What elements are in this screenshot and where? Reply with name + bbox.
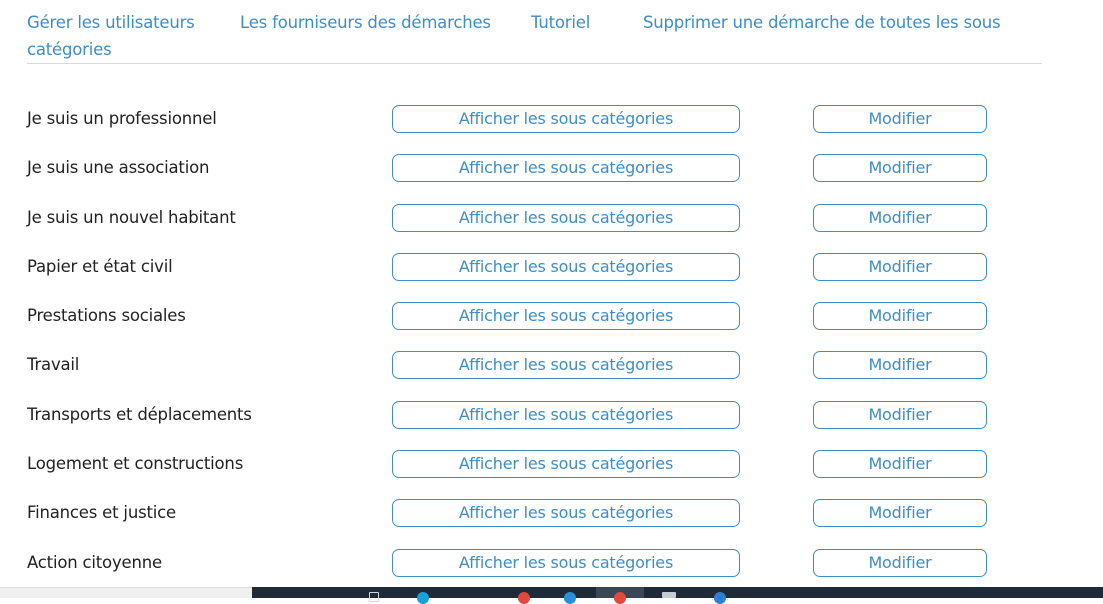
show-subcategories-button[interactable]: Afficher les sous catégories [392, 204, 740, 232]
show-subcategories-button[interactable]: Afficher les sous catégories [392, 549, 740, 577]
nav-link-delete-procedure-cont[interactable]: catégories [27, 36, 112, 63]
category-label: Prestations sociales [27, 306, 186, 325]
category-row: Finances et justice Afficher les sous ca… [0, 499, 1103, 529]
category-row: Travail Afficher les sous catégories Mod… [0, 351, 1103, 381]
category-row: Papier et état civil Afficher les sous c… [0, 253, 1103, 283]
category-label: Transports et déplacements [27, 405, 252, 424]
category-label: Papier et état civil [27, 257, 173, 276]
app-icon[interactable] [417, 592, 429, 604]
desktop-strip [0, 587, 252, 598]
category-label: Je suis une association [27, 158, 210, 177]
show-subcategories-button[interactable]: Afficher les sous catégories [392, 499, 740, 527]
category-row: Action citoyenne Afficher les sous catég… [0, 549, 1103, 579]
app-icon[interactable] [714, 592, 726, 604]
category-row: Transports et déplacements Afficher les … [0, 401, 1103, 431]
edit-button[interactable]: Modifier [813, 105, 987, 133]
nav-link-providers[interactable]: Les fourniseurs des démarches [240, 9, 491, 36]
show-subcategories-button[interactable]: Afficher les sous catégories [392, 351, 740, 379]
edit-button[interactable]: Modifier [813, 549, 987, 577]
edit-button[interactable]: Modifier [813, 499, 987, 527]
category-row: Je suis un professionnel Afficher les so… [0, 105, 1103, 135]
edit-button[interactable]: Modifier [813, 450, 987, 478]
browser-icon[interactable] [614, 592, 626, 604]
show-subcategories-button[interactable]: Afficher les sous catégories [392, 450, 740, 478]
edit-button[interactable]: Modifier [813, 401, 987, 429]
edit-button[interactable]: Modifier [813, 302, 987, 330]
category-row: Prestations sociales Afficher les sous c… [0, 302, 1103, 332]
category-label: Travail [27, 355, 80, 374]
file-icon[interactable] [369, 592, 379, 602]
show-subcategories-button[interactable]: Afficher les sous catégories [392, 253, 740, 281]
category-label: Logement et constructions [27, 454, 244, 473]
app-icon[interactable] [662, 592, 676, 598]
nav-link-manage-users[interactable]: Gérer les utilisateurs [27, 9, 195, 36]
show-subcategories-button[interactable]: Afficher les sous catégories [392, 302, 740, 330]
category-label: Finances et justice [27, 503, 176, 522]
category-row: Je suis un nouvel habitant Afficher les … [0, 204, 1103, 234]
show-subcategories-button[interactable]: Afficher les sous catégories [392, 105, 740, 133]
app-icon[interactable] [518, 592, 530, 604]
edit-button[interactable]: Modifier [813, 253, 987, 281]
category-label: Action citoyenne [27, 553, 162, 572]
show-subcategories-button[interactable]: Afficher les sous catégories [392, 154, 740, 182]
category-row: Logement et constructions Afficher les s… [0, 450, 1103, 480]
show-subcategories-button[interactable]: Afficher les sous catégories [392, 401, 740, 429]
category-label: Je suis un professionnel [27, 109, 217, 128]
taskbar [252, 587, 1103, 604]
category-label: Je suis un nouvel habitant [27, 208, 236, 227]
category-row: Je suis une association Afficher les sou… [0, 154, 1103, 184]
nav-link-delete-procedure[interactable]: Supprimer une démarche de toutes les sou… [643, 9, 1001, 36]
edit-button[interactable]: Modifier [813, 204, 987, 232]
nav-divider [27, 63, 1042, 64]
edit-button[interactable]: Modifier [813, 351, 987, 379]
nav-link-tutorial[interactable]: Tutoriel [531, 9, 590, 36]
app-icon[interactable] [564, 592, 576, 604]
edit-button[interactable]: Modifier [813, 154, 987, 182]
